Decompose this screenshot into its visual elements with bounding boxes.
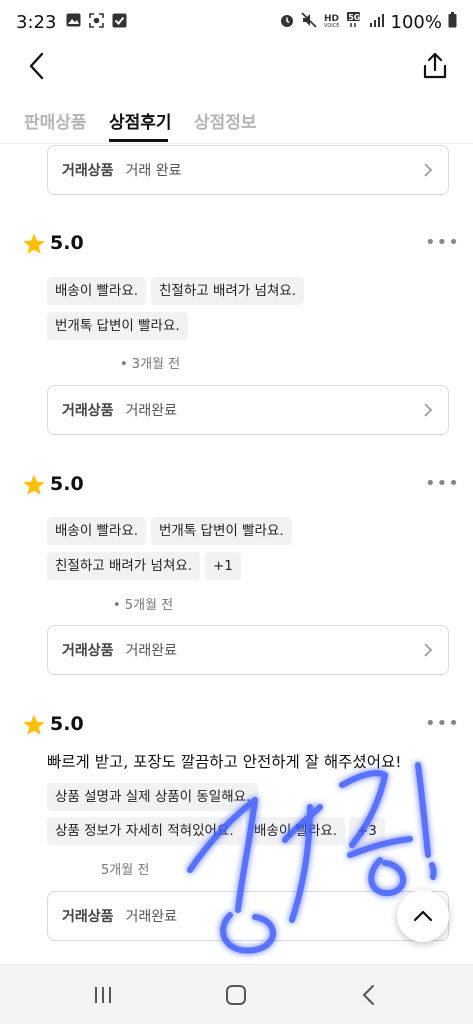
share-button[interactable] [419,50,451,82]
trade-item-box[interactable]: 거래상품 거래완료 [47,625,449,675]
home-icon [226,985,246,1005]
tab-products[interactable]: 판매상품 [24,108,87,133]
trade-item-box[interactable]: 거래상품 거래완료 [47,891,449,941]
chevron-right-icon [424,403,433,417]
back-button[interactable] [22,50,54,82]
chevron-left-icon [29,52,44,80]
scroll-to-top-button[interactable] [397,890,449,942]
tab-reviews[interactable]: 상점후기 [109,108,172,133]
more-options-icon[interactable]: ••• [425,473,460,494]
review-tag-more[interactable]: +1 [205,552,241,580]
battery-icon [448,12,457,32]
review-tag: 상품 정보가 자세히 적혀있어요. [47,817,242,845]
svg-text:5G: 5G [348,13,360,22]
star-icon [23,714,45,735]
trade-label: 거래상품 [62,163,114,179]
top-bar [0,44,473,90]
trade-label: 거래상품 [62,403,114,419]
trade-label: 거래상품 [62,643,114,659]
hd-voice-icon: HD VOICE [323,12,341,32]
home-button[interactable] [222,981,250,1009]
signal-icon [369,12,385,32]
tab-bar: 판매상품 상점후기 상점정보 [0,98,473,144]
review-tag: 번개톡 답변이 빨라요. [47,312,188,340]
review-tag: 배송이 빨라요. [47,277,147,305]
trade-item-box[interactable]: 거래상품 거래완료 [47,385,449,435]
trade-status: 거래 완료 [125,163,182,179]
screenshot-icon [89,12,105,32]
star-icon [23,233,45,254]
more-options-icon[interactable]: ••• [425,232,460,253]
recent-apps-button[interactable] [89,981,117,1009]
trade-item-box[interactable]: 거래상품 거래 완료 [47,145,449,195]
review-text: 빠르게 받고, 포장도 깔끔하고 안전하게 잘 해주셨어요! [47,753,402,771]
share-icon [423,52,447,79]
system-nav-bar [0,964,473,1024]
review-tag: 상품 설명과 실제 상품이 동일해요. [47,783,259,811]
mute-icon [300,12,317,32]
trade-status: 거래완료 [125,909,178,925]
tab-active-indicator [109,139,168,142]
recent-apps-icon [95,987,111,1003]
chevron-up-icon [413,910,433,922]
status-bar: 3:23 HD VOICE 5G 100% [0,0,473,44]
review-tag: 배송이 빨라요. [246,817,346,845]
chevron-right-icon [424,643,433,657]
review-tag: 번개톡 답변이 빨라요. [151,517,292,545]
back-arrow-icon [362,985,374,1005]
trade-status: 거래완료 [125,403,178,419]
chevron-right-icon [424,163,433,177]
review-tag: 친절하고 배려가 넘쳐요. [151,277,305,305]
review-tag: 배송이 빨라요. [47,517,147,545]
image-icon [66,13,81,31]
svg-text:VOICE: VOICE [324,23,339,28]
trade-label: 거래상품 [62,909,114,925]
tab-shop-info[interactable]: 상점정보 [194,108,257,133]
review-rating: 5.0 [50,713,84,735]
5g-icon: 5G [346,12,363,32]
alarm-icon [279,12,295,32]
review-time: 5개월 전 [101,863,150,878]
status-time: 3:23 [16,11,57,33]
system-back-button[interactable] [355,981,383,1009]
trade-status: 거래완료 [125,643,178,659]
battery-percent: 100% [390,11,442,33]
review-rating: 5.0 [50,473,84,495]
checkbox-icon [112,13,127,32]
more-options-icon[interactable]: ••• [425,713,460,734]
review-tag-more[interactable]: +3 [349,817,385,845]
review-rating: 5.0 [50,232,84,254]
star-icon [23,474,45,495]
review-time: • 5개월 전 [113,598,174,613]
review-time: • 3개월 전 [120,357,181,372]
review-tag: 친절하고 배려가 넘쳐요. [47,552,201,580]
